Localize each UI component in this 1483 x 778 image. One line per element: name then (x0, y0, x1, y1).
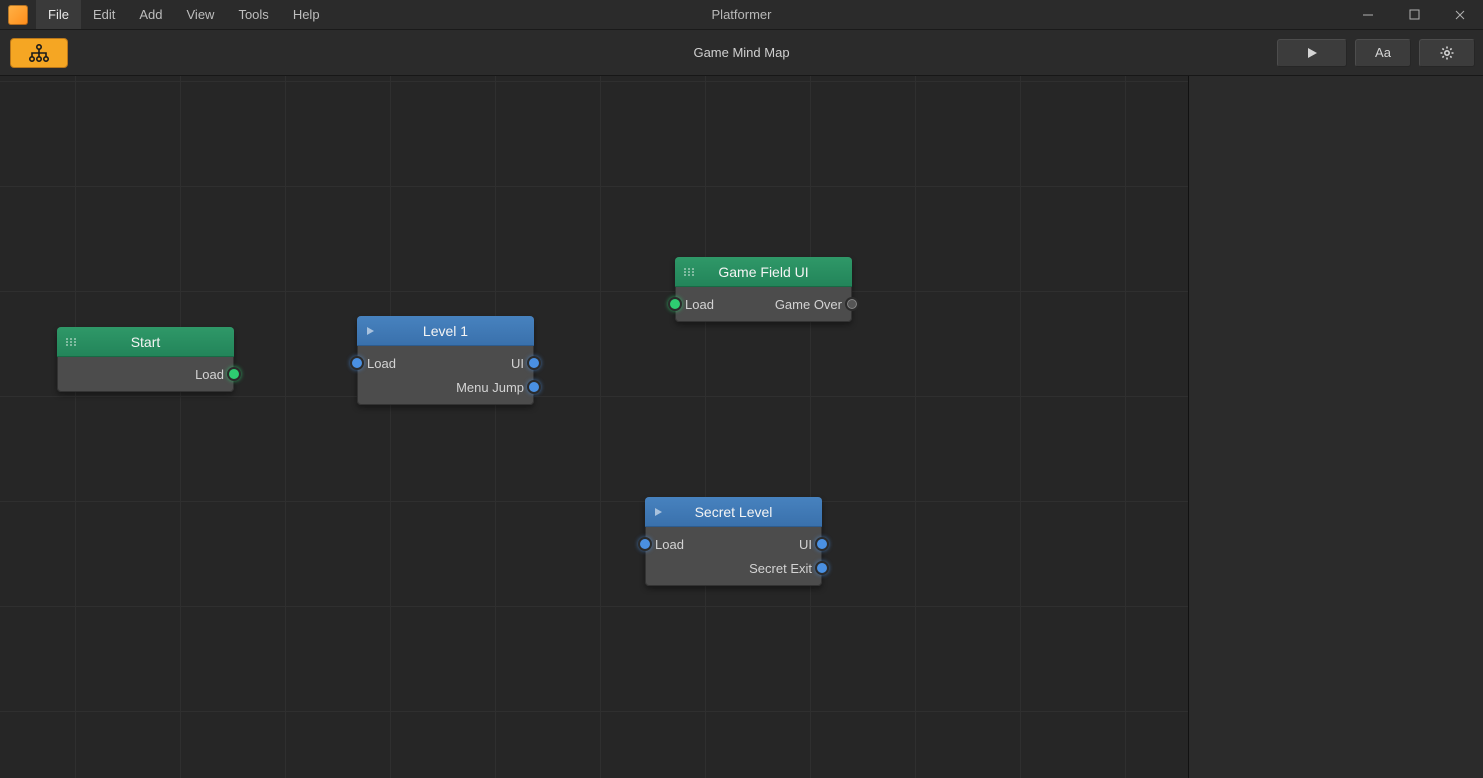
minimize-button[interactable] (1345, 0, 1391, 29)
play-icon (1305, 46, 1319, 60)
play-small-icon (365, 326, 375, 336)
output-port-start-load[interactable] (227, 367, 241, 381)
output-port-level1-menu[interactable] (527, 380, 541, 394)
hierarchy-icon (28, 44, 50, 62)
mindmap-mode-button[interactable] (10, 38, 68, 68)
port-label-gameui-over: Game Over (775, 297, 842, 312)
settings-button[interactable] (1419, 39, 1475, 67)
maximize-button[interactable] (1391, 0, 1437, 29)
workspace: Start Load Level 1 (0, 76, 1483, 778)
node-secret-header[interactable]: Secret Level (645, 497, 822, 527)
node-start-title: Start (131, 334, 161, 350)
graph-canvas[interactable]: Start Load Level 1 (0, 76, 1189, 778)
menu-bar: File Edit Add View Tools Help (36, 0, 332, 29)
menu-add[interactable]: Add (127, 0, 174, 29)
node-gameui-title: Game Field UI (718, 264, 808, 280)
port-row-secret-1: Load UI (645, 532, 822, 556)
port-label-secret-exit: Secret Exit (749, 561, 812, 576)
inspector-panel (1189, 76, 1483, 778)
minimize-icon (1362, 9, 1374, 21)
output-port-secret-ui[interactable] (815, 537, 829, 551)
port-row-level1-2: Menu Jump (357, 375, 534, 399)
node-gameui-header[interactable]: Game Field UI (675, 257, 852, 287)
port-label-start-load: Load (195, 367, 224, 382)
node-gameui-body: Load Game Over (675, 287, 852, 322)
toolbar-right-group: Aa (1277, 30, 1475, 75)
node-start-header[interactable]: Start (57, 327, 234, 357)
port-label-secret-load: Load (655, 537, 684, 552)
output-port-gameui-over[interactable] (845, 297, 859, 311)
play-small-icon (653, 507, 663, 517)
node-secret-title: Secret Level (695, 504, 773, 520)
output-port-secret-exit[interactable] (815, 561, 829, 575)
port-label-level1-ui: UI (511, 356, 524, 371)
drag-handle-icon (65, 337, 77, 347)
port-row-gameui-1: Load Game Over (675, 292, 852, 316)
node-level1-title: Level 1 (423, 323, 468, 339)
output-port-level1-ui[interactable] (527, 356, 541, 370)
port-row-level1-1: Load UI (357, 351, 534, 375)
port-label-level1-load: Load (367, 356, 396, 371)
port-row-secret-2: Secret Exit (645, 556, 822, 580)
play-button[interactable] (1277, 39, 1347, 67)
menu-edit[interactable]: Edit (81, 0, 127, 29)
port-label-level1-menu: Menu Jump (456, 380, 524, 395)
port-label-gameui-load: Load (685, 297, 714, 312)
node-secret-body: Load UI Secret Exit (645, 527, 822, 586)
node-secret[interactable]: Secret Level Load UI Secret Exit (645, 497, 822, 586)
port-label-secret-ui: UI (799, 537, 812, 552)
input-port-gameui-load[interactable] (668, 297, 682, 311)
close-icon (1454, 9, 1466, 21)
menu-file[interactable]: File (36, 0, 81, 29)
node-level1-body: Load UI Menu Jump (357, 346, 534, 405)
close-button[interactable] (1437, 0, 1483, 29)
input-port-level1-load[interactable] (350, 356, 364, 370)
menu-help[interactable]: Help (281, 0, 332, 29)
window-controls (1345, 0, 1483, 29)
text-style-label: Aa (1375, 45, 1391, 60)
titlebar: File Edit Add View Tools Help Platformer (0, 0, 1483, 30)
input-port-secret-load[interactable] (638, 537, 652, 551)
toolbar: Game Mind Map Aa (0, 30, 1483, 76)
menu-view[interactable]: View (175, 0, 227, 29)
menu-tools[interactable]: Tools (226, 0, 280, 29)
node-level1-header[interactable]: Level 1 (357, 316, 534, 346)
node-start[interactable]: Start Load (57, 327, 234, 392)
grid-background (0, 76, 1188, 778)
gear-icon (1439, 45, 1455, 61)
drag-handle-icon (683, 267, 695, 277)
port-row-start-load: Load (57, 362, 234, 386)
node-start-body: Load (57, 357, 234, 392)
app-logo-icon (8, 5, 28, 25)
node-level1[interactable]: Level 1 Load UI Menu Jump (357, 316, 534, 405)
text-style-button[interactable]: Aa (1355, 39, 1411, 67)
node-gameui[interactable]: Game Field UI Load Game Over (675, 257, 852, 322)
toolbar-title: Game Mind Map (0, 45, 1483, 60)
maximize-icon (1409, 9, 1420, 20)
